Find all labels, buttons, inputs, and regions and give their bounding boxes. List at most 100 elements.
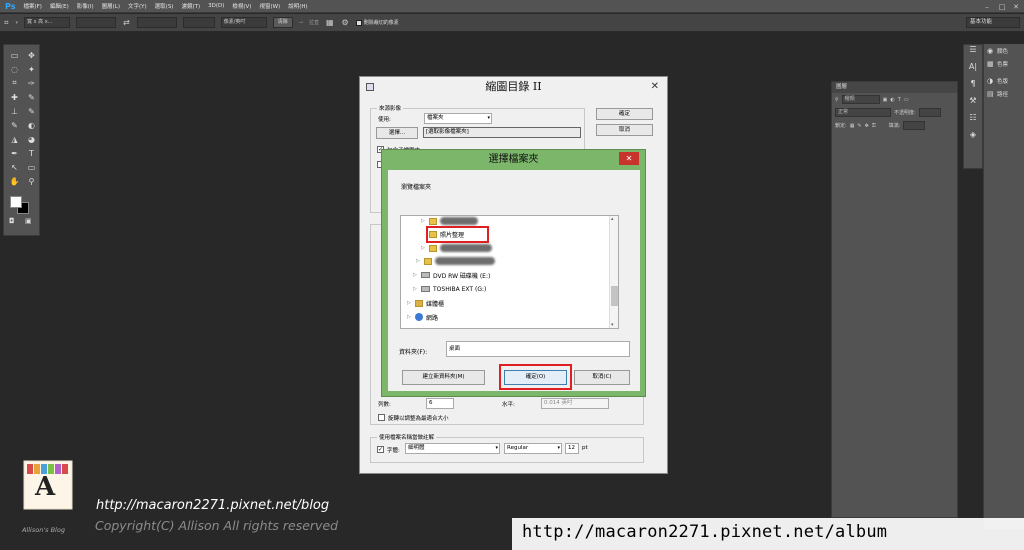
eraser-tool-icon[interactable]: ✎ [7,119,22,131]
font-size-input[interactable]: 12 [565,443,579,454]
choose-folder-button[interactable]: 選擇... [376,127,418,139]
tree-item[interactable]: ▷ 媒體櫃 [407,297,444,309]
collapse-arrow-icon[interactable]: ▷ [421,245,426,251]
tree-item[interactable]: ▷ [416,255,495,267]
lock-pixels-icon[interactable]: ▦ [850,123,855,129]
new-folder-button[interactable]: 建立新資料夾(M) [402,370,485,385]
menu-help[interactable]: 說明(H) [284,2,311,10]
menu-file[interactable]: 檔案(F) [19,2,45,10]
zoom-tool-icon[interactable]: ⚲ [24,175,39,187]
lock-move-icon[interactable]: ✥ [865,123,869,129]
type-tool-icon[interactable]: T [24,147,39,159]
maximize-icon[interactable]: □ [995,0,1009,13]
font-select[interactable]: 細明體 ▾ [405,443,500,454]
tree-item[interactable]: ▷ DVD RW 磁碟機 (E:) [413,269,490,281]
path-selection-tool-icon[interactable]: ↖ [7,161,22,173]
filter-type-icon[interactable]: T [898,97,901,103]
quick-mask-icon[interactable]: ◘ [9,217,15,225]
rectangle-tool-icon[interactable]: ▭ [24,161,39,173]
crop-tool-icon[interactable]: ⌗ [4,18,9,28]
eyedropper-tool-icon[interactable]: ✑ [24,77,39,89]
menu-layer[interactable]: 圖層(L) [98,2,124,10]
menu-edit[interactable]: 編輯(E) [46,2,73,10]
cancel-button[interactable]: 取消 [596,124,653,136]
crop-tool-icon[interactable]: ⌗ [7,77,22,89]
paint-bucket-tool-icon[interactable]: ◐ [24,119,39,131]
tool-preset-arrow-icon[interactable]: ▾ [16,20,19,26]
cancel-button[interactable]: 取消(C) [574,370,630,385]
resolution-unit-select[interactable]: 像素/英吋 [220,17,267,28]
paragraph-panel-icon[interactable]: ¶ [964,79,982,93]
marquee-tool-icon[interactable]: ▭ [7,49,22,61]
panel-channels[interactable]: ◑ 色版 [984,74,1024,87]
panel-swatches[interactable]: ▦ 色票 [984,57,1024,70]
tool-presets-icon[interactable]: ⚒ [964,96,982,110]
scroll-thumb[interactable] [611,286,618,306]
foreground-color-swatch[interactable] [10,196,22,208]
collapse-arrow-icon[interactable]: ▷ [416,258,421,264]
lock-all-icon[interactable]: ⚿ [872,123,876,129]
checkbox-icon[interactable] [355,19,362,26]
menu-window[interactable]: 視窗(W) [255,2,284,10]
hand-tool-icon[interactable]: ✋ [7,175,22,187]
clone-stamp-tool-icon[interactable]: ⊥ [7,105,22,117]
style-select[interactable]: Regular ▾ [504,443,562,454]
menu-filter[interactable]: 濾鏡(T) [177,2,204,10]
character-panel-icon[interactable]: A| [964,62,982,76]
resolution-input[interactable] [182,17,215,28]
menu-select[interactable]: 選取(S) [151,2,178,10]
browse-dialog-close-icon[interactable]: ✕ [619,152,639,165]
pen-tool-icon[interactable]: ✒ [7,147,22,159]
brush-tool-icon[interactable]: ✎ [24,91,39,103]
panel-color[interactable]: ◉ 顏色 [984,44,1024,57]
filter-pixel-icon[interactable]: ▣ [883,97,888,103]
delete-cropped-checkbox[interactable]: 刪除裁切的像素 [355,19,399,26]
swap-icon[interactable]: ⇄ [123,18,130,27]
dodge-tool-icon[interactable]: ◕ [24,133,39,145]
scroll-up-icon[interactable]: ▴ [611,216,614,222]
columns-input[interactable]: 6 [426,398,454,409]
straighten-icon[interactable]: ⊸ [299,20,303,26]
folder-input[interactable]: 桌面 [446,341,630,357]
layer-kind-select[interactable]: 種類 [841,95,880,104]
panel-paths[interactable]: ▤ 路徑 [984,87,1024,100]
minimize-icon[interactable]: – [980,0,994,13]
height-input[interactable] [136,17,177,28]
tree-item[interactable]: ▷ TOSHIBA EXT (G:) [413,283,486,295]
ok-button[interactable]: 確定 [596,108,653,120]
lasso-tool-icon[interactable]: ◌ [7,63,22,75]
opacity-input[interactable] [918,108,941,117]
dialog-close-icon[interactable]: ✕ [651,77,659,97]
tree-scrollbar[interactable]: ▴ ▾ [609,216,618,328]
workspace-select[interactable]: 基本功能 [966,17,1020,28]
screen-mode-icon[interactable]: ▣ [25,217,32,225]
width-input[interactable] [76,17,117,28]
grid-overlay-icon[interactable]: ▦ [326,18,334,27]
layers-tab[interactable]: 圖層 [832,82,957,93]
tree-item[interactable]: ▷ 網路 [407,311,438,323]
history-brush-tool-icon[interactable]: ✎ [24,105,39,117]
close-icon[interactable]: ✕ [1009,0,1023,13]
collapse-arrow-icon[interactable]: ▷ [421,218,426,224]
fill-input[interactable] [903,121,926,130]
properties-panel-icon[interactable]: ☷ [964,113,982,127]
healing-brush-tool-icon[interactable]: ✚ [7,91,22,103]
menu-type[interactable]: 文字(Y) [124,2,151,10]
caption-checkbox[interactable]: ✓ [377,446,384,453]
crop-preset-select[interactable]: 寬 x 高 x... [24,17,71,28]
tree-item[interactable]: ▷ [421,242,492,254]
layers-panel-icon[interactable]: ◈ [964,130,982,144]
menu-3d[interactable]: 3D(D) [204,3,228,9]
collapse-arrow-icon[interactable]: ▷ [407,300,412,306]
collapse-arrow-icon[interactable]: ▷ [413,272,418,278]
horizontal-input[interactable]: 0.014 英吋 [541,398,609,409]
blur-tool-icon[interactable]: ◮ [7,133,22,145]
menu-image[interactable]: 影像(I) [73,2,98,10]
history-panel-icon[interactable]: ☰ [964,45,982,59]
move-tool-icon[interactable]: ✥ [24,49,39,61]
filter-shape-icon[interactable]: ▭ [904,97,909,103]
collapse-arrow-icon[interactable]: ▷ [407,314,412,320]
filter-search-icon[interactable]: ⚲ [835,97,839,103]
use-select[interactable]: 檔案夾 ▾ [424,113,492,124]
menu-view[interactable]: 檢視(V) [228,2,255,10]
